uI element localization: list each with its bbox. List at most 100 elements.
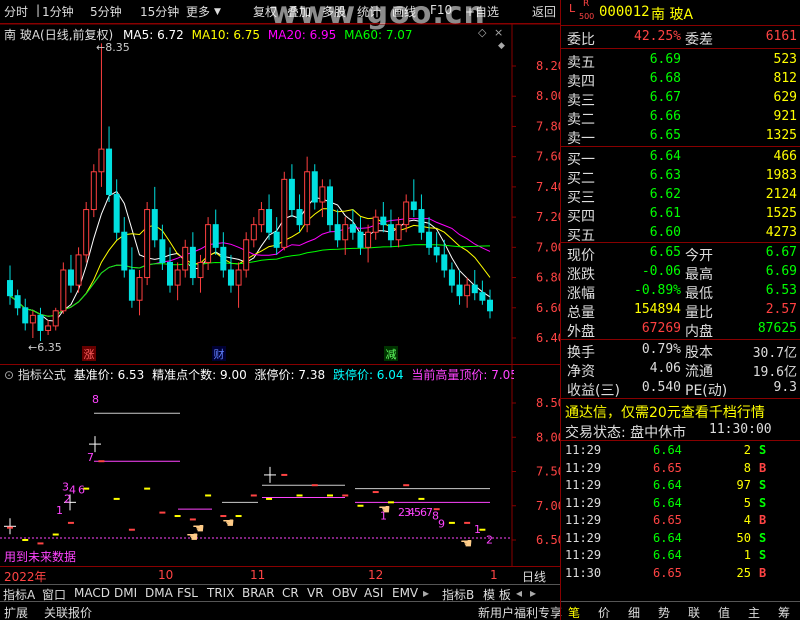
toolbar-item-15min[interactable]: 15分钟 (140, 3, 179, 20)
tick-volume: 25 (736, 565, 751, 580)
tab-vr[interactable]: VR (307, 586, 324, 600)
candle-body (349, 224, 356, 233)
tab-cr[interactable]: CR (282, 586, 299, 600)
candle-body (464, 284, 471, 297)
toolbar-item-1min[interactable]: 1分钟 (42, 3, 74, 20)
fundamental-label: 换手 (567, 345, 595, 361)
kline-chart[interactable]: 8.20 8.00 7.80 7.60 7.40 7.20 7.00 6.80 6.60 6.40… (0, 24, 560, 566)
fundamental-label: 净资 (567, 364, 595, 380)
stock-mark-l: L (569, 2, 576, 15)
tab-dmi[interactable]: DMI (114, 586, 137, 600)
sell-row[interactable]: 卖四 6.68 812 (561, 70, 800, 90)
buy-row[interactable]: 买一 6.64 466 (561, 148, 800, 168)
tabs-left-arrow-icon[interactable]: ◂ (516, 586, 522, 600)
tab-related-quote[interactable]: 关联报价 (44, 604, 92, 620)
candle-body (365, 231, 372, 248)
point-number-label: 1 (474, 523, 481, 536)
fundamental-value: 4.06 (649, 361, 681, 376)
sell-row[interactable]: 卖五 6.69 523 (561, 51, 800, 71)
candle-body (418, 209, 425, 233)
tick-volume: 4 (743, 513, 751, 527)
buy-row[interactable]: 买三 6.62 2124 (561, 186, 800, 206)
buy-row[interactable]: 买二 6.63 1983 (561, 167, 800, 187)
tick-price: 6.64 (653, 530, 682, 545)
ma20-label: MA20: 6.95 (267, 28, 337, 42)
ma60-label: MA60: 7.07 (344, 28, 413, 42)
indicator-collapse-icon[interactable]: ⊙ (4, 368, 14, 382)
buy-row[interactable]: 买四 6.61 1525 (561, 205, 800, 225)
buy-volume: 2124 (765, 187, 797, 202)
x-axis: 2022年 10 11 12 1 日线 (0, 566, 560, 584)
quote-row: 总量 154894 量比 2.57 (561, 301, 800, 321)
tab-obv[interactable]: OBV (332, 586, 358, 600)
new-user-notice[interactable]: 新用户福利专享 (478, 604, 562, 620)
tick-price: 6.65 (653, 565, 682, 580)
buy-row[interactable]: 买五 6.60 4273 (561, 224, 800, 244)
candle-body (487, 299, 493, 312)
y-tick-label: 7.60 (536, 150, 560, 164)
tick-time: 11:29 (565, 443, 602, 457)
tab-extend[interactable]: 扩展 (4, 604, 28, 620)
quote-panel: L R 500 000012 南 玻A 委比 42.25% 委差 6161 卖五… (560, 0, 800, 620)
candle-body (250, 224, 257, 241)
sell-volume: 812 (773, 71, 797, 86)
diamond-icon[interactable]: ◇ (478, 26, 486, 39)
candle-body (471, 284, 478, 294)
candle-body (136, 277, 143, 301)
toolbar-item-more[interactable]: 更多 (186, 3, 210, 20)
stock-mark-r: R (583, 0, 590, 9)
point-number-label: 9 (438, 518, 445, 531)
candle-body (334, 224, 341, 241)
sell-row[interactable]: 卖二 6.66 921 (561, 108, 800, 128)
tab-brar[interactable]: BRAR (242, 586, 275, 600)
candle-body (281, 178, 288, 248)
event-marker-zhang[interactable]: 涨 (82, 346, 96, 361)
quote-label: 外盘 (567, 324, 595, 340)
promo-banner[interactable]: 通达信，仅需20元查看千档行情 (565, 402, 765, 422)
tab-asi[interactable]: ASI (364, 586, 383, 600)
close-icon[interactable]: × (494, 26, 503, 39)
y-tick-label: 7.40 (536, 180, 560, 194)
tabs-scroll-arrow-icon[interactable]: ▸ (423, 586, 429, 600)
toolbar-item-fenshi[interactable]: 分时 (4, 3, 28, 20)
tab-macd[interactable]: MACD (74, 586, 110, 600)
stock-name: 南 玻A (651, 7, 694, 23)
candle-body (311, 171, 318, 203)
tabs-right-arrow-icon[interactable]: ▸ (530, 586, 536, 600)
tab-dma[interactable]: DMA (145, 586, 173, 600)
sell-level-label: 卖二 (567, 112, 595, 128)
chevron-down-icon[interactable]: ▼ (214, 7, 221, 17)
sell-row[interactable]: 卖三 6.67 629 (561, 89, 800, 109)
expand-icon[interactable]: ◆ (498, 41, 505, 51)
candle-body (403, 201, 410, 226)
ma20-line (9, 218, 491, 317)
quote-value: 6.69 (765, 264, 797, 279)
toolbar-item-back[interactable]: 返回 (532, 3, 556, 20)
quote-label: 总量 (567, 305, 595, 321)
tab-fsl[interactable]: FSL (177, 586, 198, 600)
sell-volume: 921 (773, 109, 797, 124)
tab-trix[interactable]: TRIX (207, 586, 234, 600)
candle-body (167, 261, 173, 286)
weicha-value: 6161 (765, 29, 797, 44)
indicator-limit-up: 涨停价: 7.38 (254, 368, 326, 382)
hand-pointer-icon: ☚ (192, 521, 205, 537)
point-number-label: 1 (56, 504, 63, 517)
event-marker-cai[interactable]: 财 (212, 346, 226, 361)
candle-body (387, 224, 394, 241)
sell-row[interactable]: 卖一 6.65 1325 (561, 127, 800, 147)
hand-pointer-icon: ☚ (222, 516, 235, 532)
sell-volume: 523 (773, 52, 797, 67)
candle-body (205, 224, 212, 263)
indicator-name[interactable]: 指标公式 (18, 368, 66, 382)
y-tick-label: 6.80 (536, 271, 560, 285)
event-marker-jian[interactable]: 减 (384, 346, 398, 361)
tab-emv[interactable]: EMV (392, 586, 418, 600)
ind-y-tick-label: 8.00 (536, 430, 560, 444)
quote-label: 内盘 (685, 324, 713, 340)
toolbar-item-5min[interactable]: 5分钟 (90, 3, 122, 20)
fundamental-row: 收益(三) 0.540 PE(动) 9.3 (561, 379, 800, 399)
candle-body (67, 269, 74, 286)
period-label[interactable]: 日线 (522, 568, 546, 585)
chart-area[interactable]: 8.20 8.00 7.80 7.60 7.40 7.20 7.00 6.80 6.60 6.40… (0, 24, 560, 566)
